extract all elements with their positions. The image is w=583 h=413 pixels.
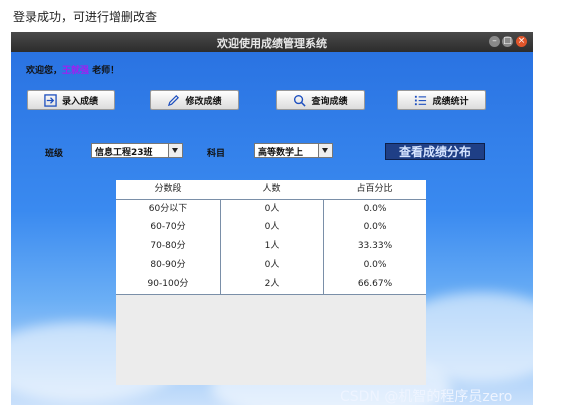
minimize-button[interactable]: –	[489, 36, 500, 47]
subject-label: 科目	[207, 149, 226, 159]
close-icon: ×	[517, 36, 526, 46]
class-label: 班级	[45, 149, 64, 159]
query-score-button[interactable]: 查询成绩	[276, 90, 365, 110]
table-cell: 0.0%	[323, 218, 426, 237]
table-cell: 0人	[220, 218, 323, 237]
app-window: 欢迎使用成绩管理系统 – □ × 欢迎您，王就强 老师！ 录入成绩 修改成绩 查…	[11, 32, 533, 405]
score-stats-button[interactable]: 成绩统计	[397, 90, 486, 110]
table-cell: 1人	[220, 237, 323, 256]
table-cell: 80-90分	[150, 260, 186, 270]
class-select-value: 信息工程23班	[95, 148, 153, 158]
status-caption: 登录成功，可进行增删改查	[13, 10, 158, 24]
enter-score-label: 录入成绩	[61, 96, 98, 107]
table-row[interactable]: 60-70分 0人 0.0%	[116, 218, 426, 238]
table-cell: 60-70分	[150, 222, 186, 232]
welcome-prefix: 欢迎您，	[26, 66, 63, 76]
chevron-down-icon	[168, 144, 182, 157]
table-header: 人数	[262, 184, 281, 194]
title-bar: 欢迎使用成绩管理系统 – □ ×	[11, 32, 533, 52]
table-header-row: 分数段 人数 占百分比	[116, 180, 426, 199]
subject-select[interactable]: 高等数学上	[254, 143, 333, 158]
maximize-button[interactable]: □	[502, 36, 513, 47]
close-button[interactable]: ×	[516, 36, 527, 47]
enter-score-button[interactable]: 录入成绩	[27, 90, 115, 110]
table-row[interactable]: 70-80分 1人 33.33%	[116, 237, 426, 257]
table-cell: 2人	[220, 275, 323, 294]
table-cell: 0.0%	[323, 200, 426, 219]
table-cell: 33.33%	[323, 237, 426, 256]
score-stats-label: 成绩统计	[432, 96, 469, 107]
table-row[interactable]: 80-90分 0人 0.0%	[116, 256, 426, 276]
window-title: 欢迎使用成绩管理系统	[217, 37, 327, 50]
table-cell: 70-80分	[150, 241, 186, 251]
subject-select-value: 高等数学上	[258, 148, 304, 158]
table-header: 分数段	[154, 184, 182, 194]
class-select[interactable]: 信息工程23班	[91, 143, 183, 158]
table-cell: 0.0%	[323, 256, 426, 275]
table-cell: 0人	[220, 256, 323, 275]
list-icon	[415, 95, 427, 105]
table-header: 占百分比	[356, 184, 393, 194]
minimize-icon: –	[492, 36, 497, 46]
table-cell: 90-100分	[147, 279, 189, 289]
table-row[interactable]: 60分以下 0人 0.0%	[116, 199, 426, 220]
table-row[interactable]: 90-100分 2人 66.67%	[116, 275, 426, 295]
teacher-name: 王就强	[62, 66, 90, 76]
import-icon	[44, 93, 57, 107]
search-icon	[294, 94, 307, 107]
table-cell: 0人	[220, 200, 323, 219]
score-distribution-table: 分数段 人数 占百分比 60分以下 0人 0.0% 60-70分 0人 0.0%…	[116, 180, 426, 385]
modify-score-label: 修改成绩	[185, 96, 222, 107]
table-cell: 60分以下	[148, 204, 188, 214]
maximize-icon: □	[503, 36, 512, 46]
welcome-message: 欢迎您，王就强 老师！	[26, 63, 119, 76]
table-cell: 66.67%	[323, 275, 426, 294]
csdn-watermark: CSDN @机智的程序员zero	[340, 389, 513, 405]
welcome-suffix: 老师！	[89, 66, 120, 76]
pencil-icon	[168, 94, 180, 106]
modify-score-button[interactable]: 修改成绩	[150, 90, 239, 110]
view-distribution-button[interactable]: 查看成绩分布	[385, 143, 485, 160]
query-score-label: 查询成绩	[311, 96, 348, 107]
chevron-down-icon	[318, 144, 332, 157]
